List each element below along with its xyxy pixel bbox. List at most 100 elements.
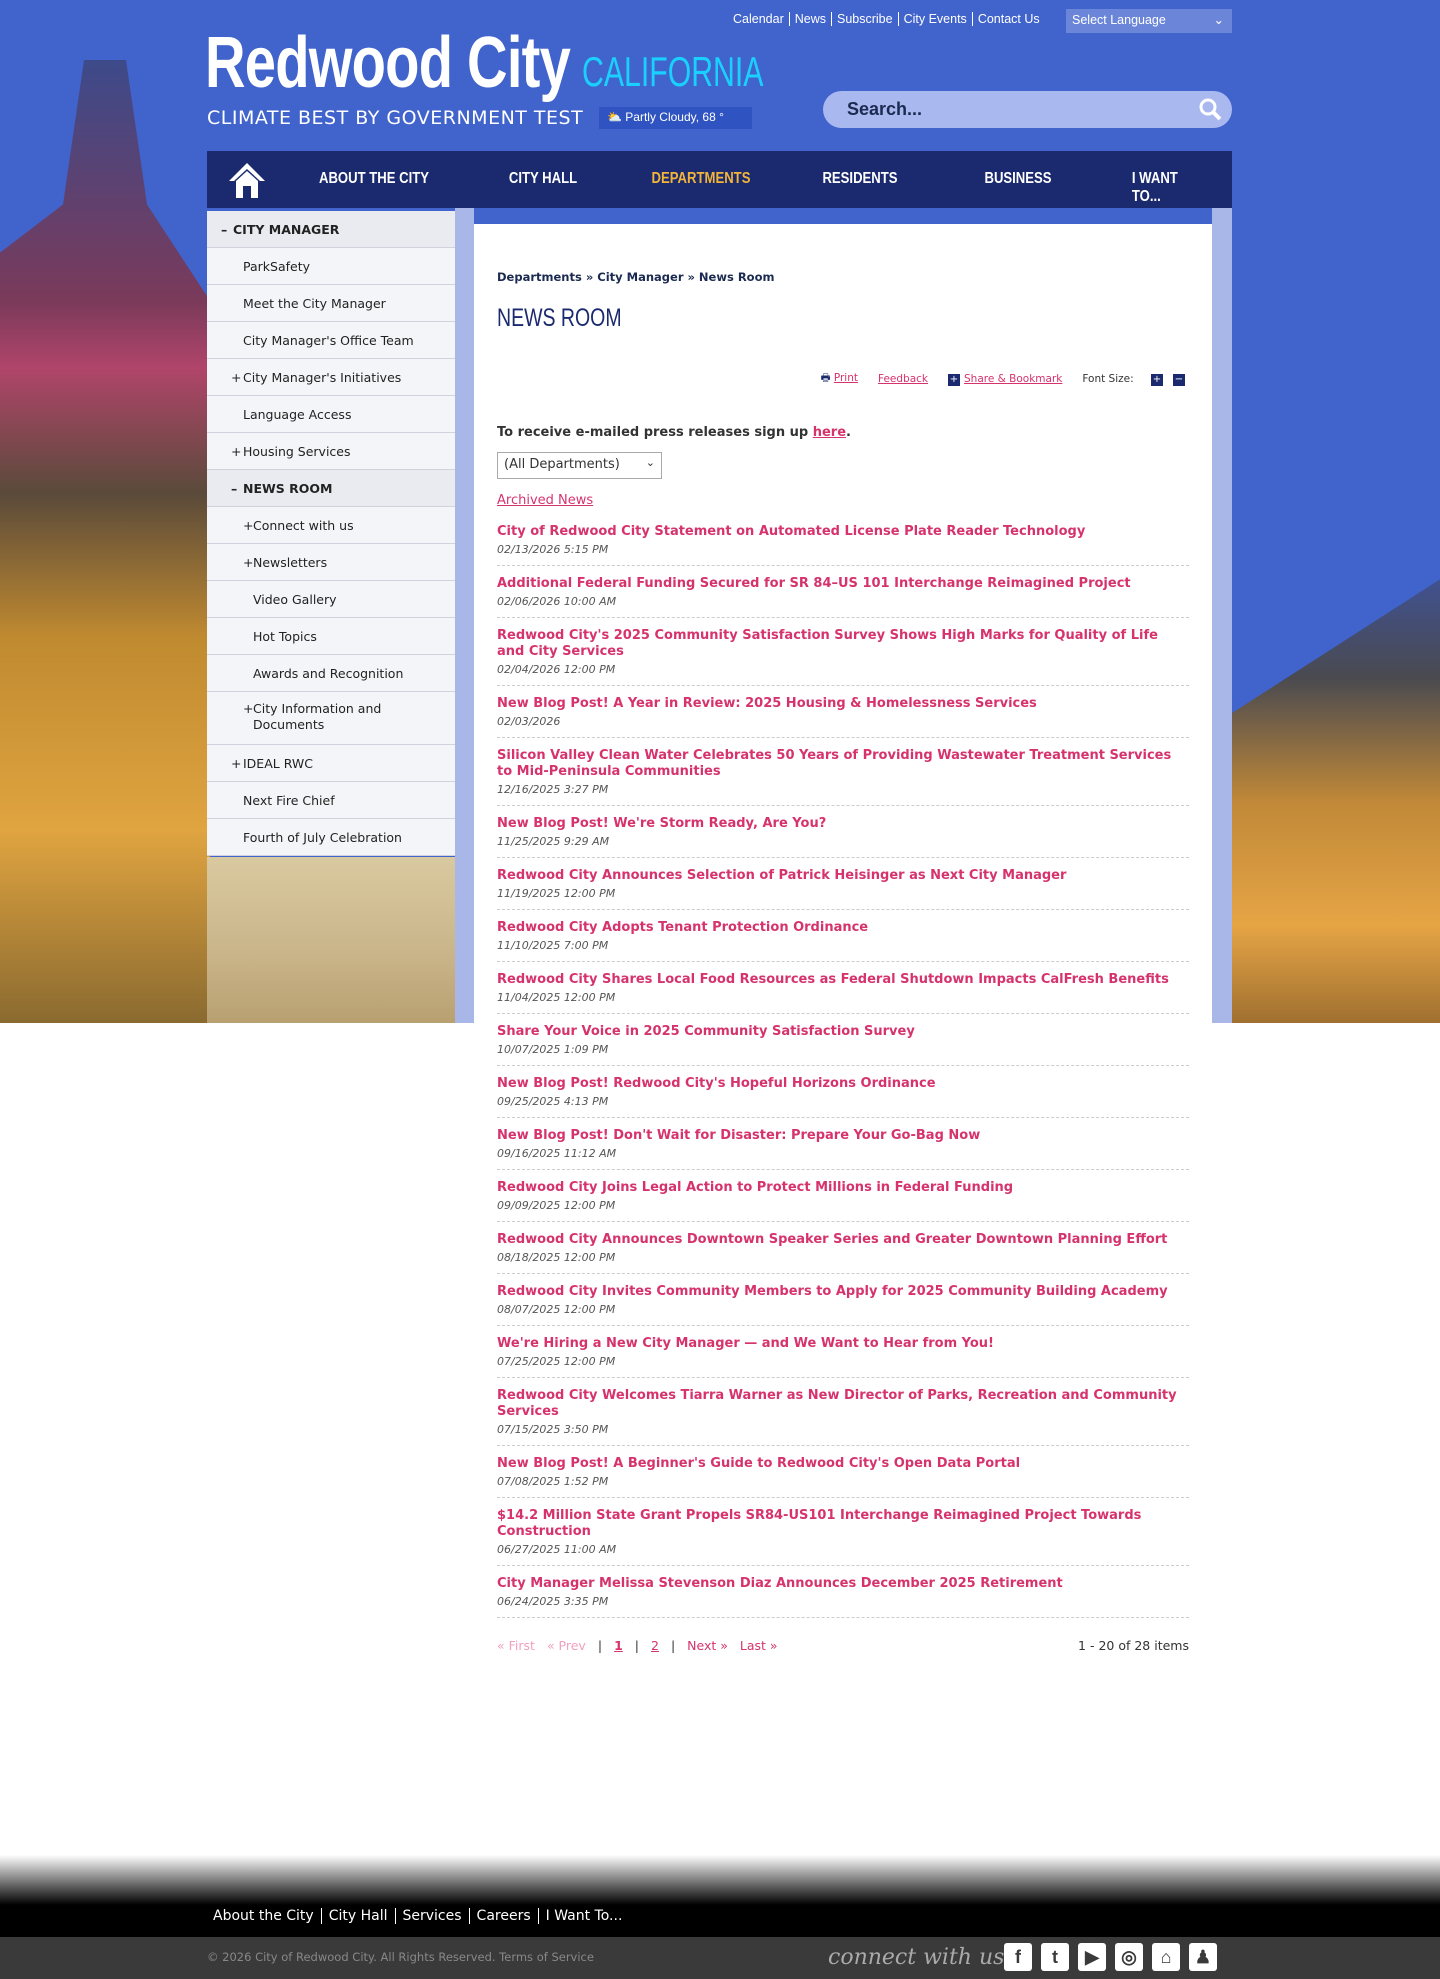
footer-link-careers[interactable]: Careers (470, 1908, 539, 1924)
department-filter-select[interactable]: (All Departments) ⌄ (497, 452, 662, 479)
expand-icon[interactable]: + (231, 756, 241, 771)
social-links: f t ▶ ◎ ⌂ ♟ (1004, 1943, 1217, 1971)
news-title-link[interactable]: Share Your Voice in 2025 Community Satis… (497, 1024, 1189, 1040)
language-select[interactable]: Select Language ⌄ (1066, 9, 1232, 33)
footer-link-about[interactable]: About the City (207, 1908, 322, 1924)
news-title-link[interactable]: City Manager Melissa Stevenson Diaz Anno… (497, 1576, 1189, 1592)
news-title-link[interactable]: Redwood City Joins Legal Action to Prote… (497, 1180, 1189, 1196)
pager-last[interactable]: Last » (740, 1638, 778, 1653)
news-item: We're Hiring a New City Manager — and We… (497, 1326, 1189, 1378)
sidebar-item-label: City Manager's Office Team (243, 333, 414, 348)
sidebar-item[interactable]: ParkSafety (207, 248, 455, 285)
sidebar-item[interactable]: + IDEAL RWC (207, 745, 455, 782)
snapchat-icon[interactable]: ♟ (1189, 1943, 1217, 1971)
sidebar-item[interactable]: Fourth of July Celebration (207, 819, 455, 856)
nav-i-want-to[interactable]: I WANT TO... (1132, 170, 1190, 206)
youtube-icon[interactable]: ▶ (1078, 1943, 1106, 1971)
link-news[interactable]: News (789, 12, 832, 26)
sidebar-item[interactable]: + City Manager's Initiatives (207, 359, 455, 396)
sidebar-item-label: City Manager's Initiatives (243, 370, 402, 385)
sidebar-item-content: + IDEAL RWC (231, 756, 313, 771)
news-item: New Blog Post! We're Storm Ready, Are Yo… (497, 806, 1189, 858)
font-increase-button[interactable]: + (1151, 373, 1163, 386)
collapse-icon[interactable]: – (231, 481, 237, 496)
news-item: New Blog Post! A Year in Review: 2025 Ho… (497, 686, 1189, 738)
news-title-link[interactable]: New Blog Post! A Beginner's Guide to Red… (497, 1456, 1189, 1472)
weather-widget: ⛅ Partly Cloudy, 68 ° (599, 107, 752, 129)
nav-business[interactable]: BUSINESS (984, 170, 1051, 188)
news-item: New Blog Post! Don't Wait for Disaster: … (497, 1118, 1189, 1170)
news-title-link[interactable]: City of Redwood City Statement on Automa… (497, 524, 1189, 540)
sidebar-item[interactable]: Language Access (207, 396, 455, 433)
search-input[interactable]: Search... (823, 91, 1232, 128)
sidebar-item[interactable]: Hot Topics (207, 618, 455, 655)
sidebar-item[interactable]: Meet the City Manager (207, 285, 455, 322)
sidebar-item[interactable]: City Manager's Office Team (207, 322, 455, 359)
sidebar-item[interactable]: + City Information and Documents (207, 692, 455, 745)
sidebar-item-label: City Information and Documents (253, 701, 382, 732)
sidebar-item[interactable]: Awards and Recognition (207, 655, 455, 692)
sidebar-item[interactable]: – NEWS ROOM (207, 470, 455, 507)
footer-link-services[interactable]: Services (396, 1908, 470, 1924)
news-title-link[interactable]: Redwood City's 2025 Community Satisfacti… (497, 628, 1189, 660)
pager-page-2[interactable]: 2 (651, 1638, 659, 1653)
breadcrumb[interactable]: Departments » City Manager » News Room (497, 270, 1189, 284)
link-subscribe[interactable]: Subscribe (832, 12, 899, 26)
font-decrease-button[interactable]: − (1173, 373, 1185, 386)
share-bookmark-link[interactable]: Share & Bookmark (964, 373, 1062, 385)
instagram-icon[interactable]: ◎ (1115, 1943, 1143, 1971)
footer-links: About the City City Hall Services Careers I … (0, 1905, 1440, 1937)
expand-icon[interactable]: + (231, 444, 241, 459)
footer-link-city-hall[interactable]: City Hall (322, 1908, 396, 1924)
sidebar-item[interactable]: Video Gallery (207, 581, 455, 618)
sidebar-item[interactable]: – CITY MANAGER (207, 211, 455, 248)
news-title-link[interactable]: Silicon Valley Clean Water Celebrates 50… (497, 748, 1189, 780)
news-title-link[interactable]: New Blog Post! Redwood City's Hopeful Ho… (497, 1076, 1189, 1092)
pager-separator: | (597, 1638, 603, 1653)
footer-gradient (0, 1855, 1440, 1905)
sidebar-item[interactable]: Next Fire Chief (207, 782, 455, 819)
nav-about-the-city[interactable]: ABOUT THE CITY (319, 170, 429, 188)
nav-departments[interactable]: DEPARTMENTS (652, 170, 751, 188)
news-title-link[interactable]: Redwood City Announces Downtown Speaker … (497, 1232, 1189, 1248)
nextdoor-icon[interactable]: ⌂ (1152, 1943, 1180, 1971)
feedback-link[interactable]: Feedback (878, 373, 928, 385)
news-title-link[interactable]: New Blog Post! A Year in Review: 2025 Ho… (497, 696, 1189, 712)
news-title-link[interactable]: Redwood City Invites Community Members t… (497, 1284, 1189, 1300)
print-link[interactable]: Print (834, 372, 858, 384)
signup-link[interactable]: here (813, 425, 846, 440)
facebook-icon[interactable]: f (1004, 1943, 1032, 1971)
link-calendar[interactable]: Calendar (728, 12, 790, 26)
news-title-link[interactable]: Redwood City Welcomes Tiarra Warner as N… (497, 1388, 1189, 1420)
pager-prev[interactable]: « Prev (547, 1638, 586, 1653)
archived-news-link[interactable]: Archived News (497, 493, 1189, 508)
news-title-link[interactable]: Redwood City Announces Selection of Patr… (497, 868, 1189, 884)
news-title-link[interactable]: $14.2 Million State Grant Propels SR84-U… (497, 1508, 1189, 1540)
expand-icon[interactable]: + (243, 555, 253, 570)
news-title-link[interactable]: New Blog Post! We're Storm Ready, Are Yo… (497, 816, 1189, 832)
pager-page-1[interactable]: 1 (614, 1638, 623, 1653)
expand-icon[interactable]: + (231, 370, 241, 385)
search-icon[interactable] (1198, 97, 1222, 121)
link-city-events[interactable]: City Events (898, 12, 973, 26)
expand-icon[interactable]: + (243, 701, 253, 717)
logo-city-name[interactable]: Redwood City (205, 22, 571, 104)
footer-link-i-want-to[interactable]: I Want To... (539, 1908, 630, 1924)
sidebar-item[interactable]: + Connect with us (207, 507, 455, 544)
news-title-link[interactable]: Additional Federal Funding Secured for S… (497, 576, 1189, 592)
nav-residents[interactable]: RESIDENTS (822, 170, 897, 188)
nav-city-hall[interactable]: CITY HALL (509, 170, 577, 188)
home-icon[interactable] (227, 161, 267, 199)
news-title-link[interactable]: Redwood City Adopts Tenant Protection Or… (497, 920, 1189, 936)
link-contact-us[interactable]: Contact Us (973, 12, 1045, 26)
news-title-link[interactable]: We're Hiring a New City Manager — and We… (497, 1336, 1189, 1352)
twitter-icon[interactable]: t (1041, 1943, 1069, 1971)
pager-first[interactable]: « First (497, 1638, 535, 1653)
sidebar-item[interactable]: + Newsletters (207, 544, 455, 581)
news-title-link[interactable]: New Blog Post! Don't Wait for Disaster: … (497, 1128, 1189, 1144)
expand-icon[interactable]: + (243, 518, 253, 533)
pager-next[interactable]: Next » (687, 1638, 728, 1653)
news-title-link[interactable]: Redwood City Shares Local Food Resources… (497, 972, 1189, 988)
collapse-icon[interactable]: – (221, 222, 227, 237)
sidebar-item[interactable]: + Housing Services (207, 433, 455, 470)
